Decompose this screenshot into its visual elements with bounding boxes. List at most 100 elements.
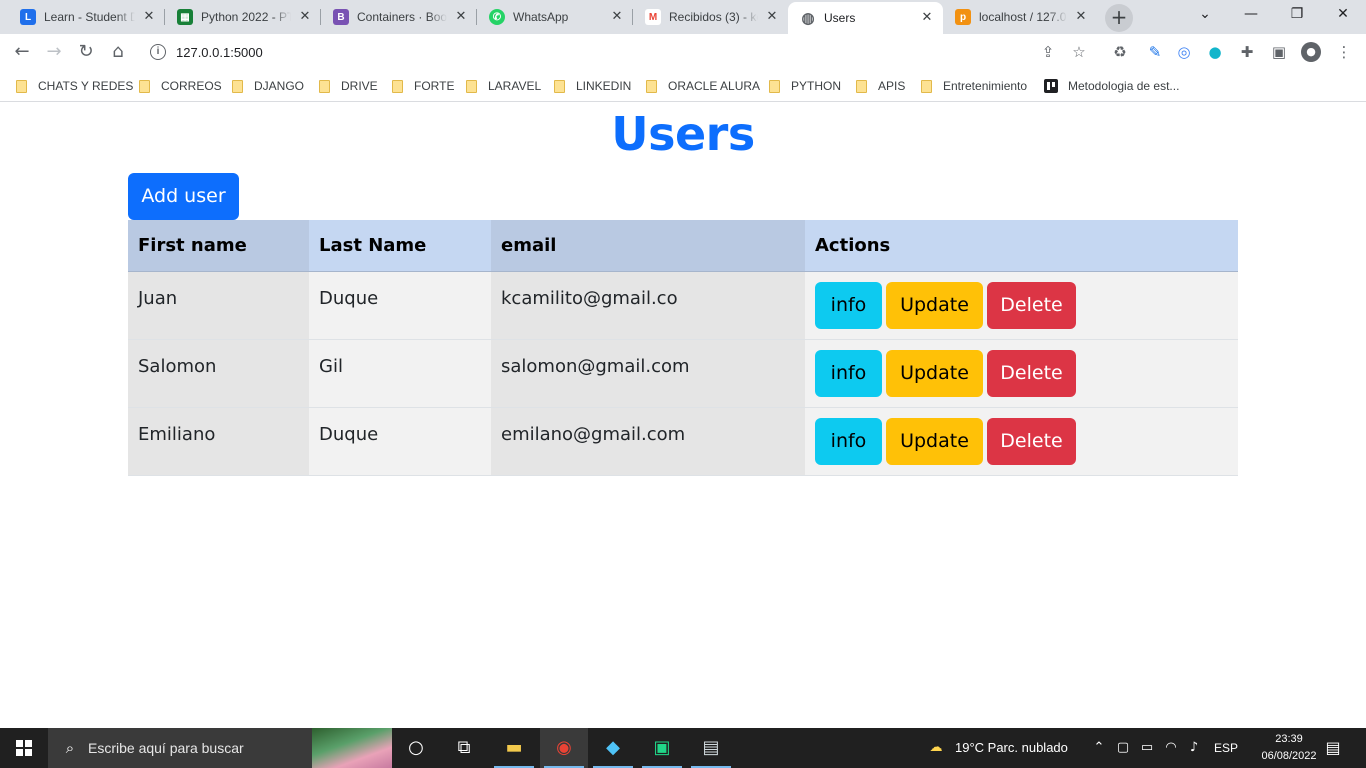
table-row: Salomon Gil salomon@gmail.com info Update…: [128, 339, 1238, 408]
bookmark-link[interactable]: Metodologia de est...: [1044, 76, 1179, 96]
share-icon[interactable]: ⇪: [1038, 42, 1058, 62]
bookmark-folder[interactable]: CORREOS: [139, 76, 222, 96]
tab-containers-bootstrap[interactable]: B Containers · Boot ✕: [321, 0, 477, 34]
folder-icon: [16, 79, 27, 93]
volume-icon[interactable]: ♪: [1184, 728, 1204, 768]
back-button[interactable]: ←: [8, 38, 36, 66]
restore-button[interactable]: ❐: [1274, 0, 1320, 30]
column-header-last-name: Last Name: [309, 220, 491, 272]
profile-avatar[interactable]: ●: [1301, 42, 1321, 62]
add-user-button[interactable]: Add user: [128, 173, 239, 220]
clock-date: 06/08/2022: [1261, 750, 1317, 762]
close-icon[interactable]: ✕: [297, 9, 313, 25]
address-bar[interactable]: i 127.0.0.1:5000: [140, 38, 1064, 66]
bookmark-label: Entretenimiento: [943, 79, 1028, 93]
notifications-icon[interactable]: ▤: [1322, 728, 1344, 768]
tab-learn[interactable]: L Learn - Student D ✕: [0, 0, 165, 34]
update-button[interactable]: Update: [886, 349, 983, 397]
bookmark-folder[interactable]: PYTHON: [769, 76, 841, 96]
drop-extension-icon[interactable]: ●: [1205, 42, 1225, 62]
close-icon[interactable]: ✕: [453, 9, 469, 25]
delete-button[interactable]: Delete: [987, 349, 1076, 397]
bookmark-folder[interactable]: DJANGO: [232, 76, 304, 96]
new-tab-button[interactable]: +: [1105, 4, 1133, 32]
sheets-icon: ▦: [177, 9, 193, 25]
tab-label: Learn - Student D: [44, 10, 135, 24]
close-icon[interactable]: ✕: [609, 9, 625, 25]
bookmark-folder[interactable]: CHATS Y REDES: [16, 76, 133, 96]
site-info-icon[interactable]: i: [150, 44, 166, 60]
weather-cloud-icon[interactable]: ☁: [924, 728, 948, 768]
menu-kebab-icon[interactable]: ⋮: [1334, 42, 1354, 62]
tab-strip: L Learn - Student D ✕ ▦ Python 2022 - PT…: [0, 0, 1366, 34]
pycharm-icon[interactable]: ▣: [638, 728, 686, 768]
tab-whatsapp[interactable]: ✆ WhatsApp ✕: [477, 0, 633, 34]
cell-first-name: Emiliano: [128, 407, 309, 476]
home-button[interactable]: ⌂: [104, 38, 132, 66]
cell-last-name: Duque: [309, 271, 491, 340]
meet-now-icon[interactable]: ▢: [1113, 728, 1133, 768]
folder-icon: [554, 79, 565, 93]
folder-icon: [921, 79, 932, 93]
bookmark-folder[interactable]: LARAVEL: [466, 76, 541, 96]
close-icon[interactable]: ✕: [919, 10, 935, 26]
bookmark-label: LINKEDIN: [576, 79, 632, 93]
cortana-icon[interactable]: ○: [392, 728, 440, 768]
update-button[interactable]: Update: [886, 281, 983, 329]
learn-icon: L: [20, 9, 36, 25]
close-icon[interactable]: ✕: [764, 9, 780, 25]
table-row: Juan Duque kcamilito@gmail.co info Update…: [128, 271, 1238, 340]
task-view-icon[interactable]: ⧉: [440, 728, 488, 768]
tab-search-chevron-icon[interactable]: ⌄: [1182, 0, 1228, 30]
bookmarks-bar: CHATS Y REDES CORREOS DJANGO DRIVE FORTE…: [0, 70, 1366, 102]
column-header-email: email: [491, 220, 805, 272]
delete-button[interactable]: Delete: [987, 281, 1076, 329]
close-window-button[interactable]: ✕: [1320, 0, 1366, 30]
bookmark-folder[interactable]: LINKEDIN: [554, 76, 631, 96]
extensions-puzzle-icon[interactable]: ✚: [1237, 42, 1257, 62]
recycle-extension-icon[interactable]: ♻: [1110, 42, 1130, 62]
cell-actions: info Update Delete: [805, 407, 1238, 476]
update-button[interactable]: Update: [886, 417, 983, 465]
show-hidden-icons-chevron-icon[interactable]: ⌃: [1089, 728, 1109, 768]
info-button[interactable]: info: [815, 281, 882, 329]
bookmark-label: Metodologia de est...: [1068, 79, 1180, 93]
reload-button[interactable]: ↻: [72, 38, 100, 66]
close-icon[interactable]: ✕: [141, 9, 157, 25]
system-monitor-icon[interactable]: ▤: [687, 728, 735, 768]
language-indicator[interactable]: ESP: [1214, 728, 1238, 768]
forward-button[interactable]: →: [40, 38, 68, 66]
minimize-button[interactable]: —: [1228, 0, 1274, 30]
bookmark-folder[interactable]: ORACLE ALURA: [646, 76, 760, 96]
circle-extension-icon[interactable]: ◎: [1174, 42, 1194, 62]
close-icon[interactable]: ✕: [1073, 9, 1089, 25]
tab-phpmyadmin[interactable]: p localhost / 127.0 ✕: [943, 0, 1097, 34]
start-button[interactable]: [0, 728, 48, 768]
tab-gmail[interactable]: M Recibidos (3) - kc ✕: [633, 0, 788, 34]
side-panel-icon[interactable]: ▣: [1269, 42, 1289, 62]
delete-button[interactable]: Delete: [987, 417, 1076, 465]
bookmark-label: CORREOS: [161, 79, 222, 93]
bookmark-folder[interactable]: Entretenimiento: [921, 76, 1027, 96]
weather-text[interactable]: 19°C Parc. nublado: [955, 728, 1068, 768]
tab-label: localhost / 127.0: [979, 10, 1067, 24]
search-icon: ⌕: [65, 739, 75, 757]
taskbar-search[interactable]: ⌕ Escribe aquí para buscar: [48, 728, 392, 768]
wifi-icon[interactable]: ◠: [1161, 728, 1181, 768]
bookmark-folder[interactable]: FORTE: [392, 76, 454, 96]
tab-users[interactable]: ◍ Users ✕: [788, 2, 943, 34]
info-button[interactable]: info: [815, 417, 882, 465]
bookmark-folder[interactable]: DRIVE: [319, 76, 378, 96]
pen-extension-icon[interactable]: ✎: [1145, 42, 1165, 62]
gitkraken-icon[interactable]: ◆: [589, 728, 637, 768]
bookmark-folder[interactable]: APIS: [856, 76, 905, 96]
windows-logo-icon: [16, 740, 32, 756]
file-explorer-icon[interactable]: ▬: [490, 728, 538, 768]
battery-icon[interactable]: ▭: [1137, 728, 1157, 768]
tab-python-2022[interactable]: ▦ Python 2022 - PT ✕: [165, 0, 321, 34]
bookmark-label: LARAVEL: [488, 79, 542, 93]
bookmark-star-icon[interactable]: ☆: [1069, 42, 1089, 62]
info-button[interactable]: info: [815, 349, 882, 397]
chrome-icon[interactable]: ◉: [540, 728, 588, 768]
taskbar-clock[interactable]: 23:39 06/08/2022: [1258, 731, 1320, 765]
